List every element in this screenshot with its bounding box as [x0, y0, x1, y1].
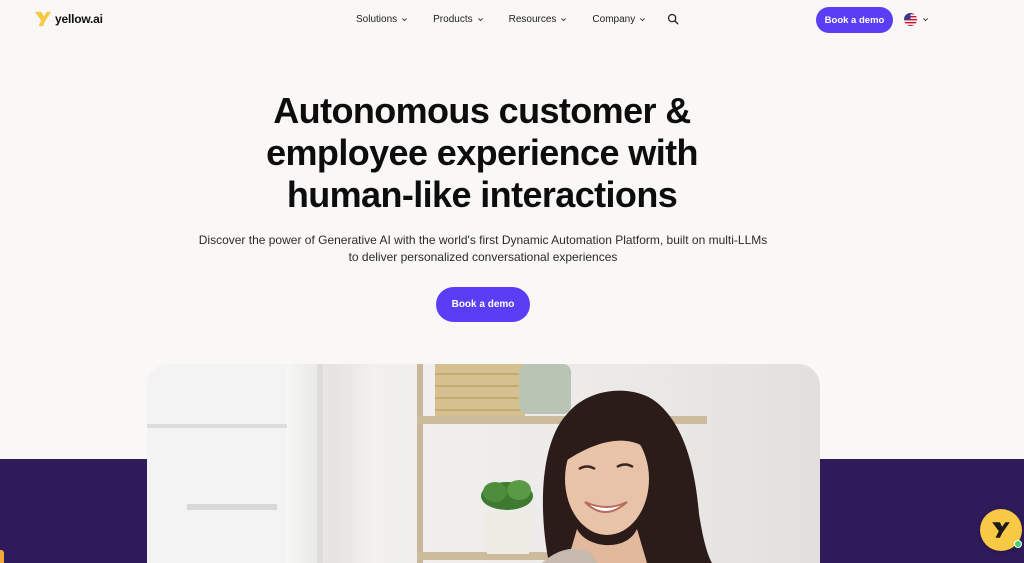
- woman-smiling-at-laptop-photo: [147, 364, 820, 563]
- side-tab[interactable]: [0, 550, 4, 563]
- language-selector[interactable]: [904, 13, 929, 26]
- hero-title-line: Autonomous customer &: [273, 90, 691, 131]
- chevron-down-icon: [640, 17, 646, 21]
- chevron-down-icon: [402, 17, 408, 21]
- nav-item-solutions[interactable]: Solutions: [356, 14, 408, 25]
- nav-item-label: Company: [592, 13, 636, 25]
- brand-name: yellow.ai: [55, 12, 103, 26]
- nav-item-label: Resources: [508, 13, 557, 25]
- hero-photo: [147, 364, 820, 563]
- main-menu: Solutions Products Resources Company: [356, 13, 679, 25]
- book-demo-hero-button[interactable]: Book a demo: [436, 287, 530, 322]
- brand-logo[interactable]: yellow.ai: [34, 10, 103, 28]
- yellow-ai-chat-icon: [992, 522, 1010, 538]
- nav-item-company[interactable]: Company: [592, 14, 646, 25]
- chevron-down-icon: [561, 17, 567, 21]
- nav-item-label: Products: [433, 13, 473, 25]
- book-demo-nav-button[interactable]: Book a demo: [816, 7, 893, 33]
- hero-subtitle: Discover the power of Generative AI with…: [198, 233, 768, 264]
- chevron-down-icon: [477, 17, 483, 21]
- hero-title: Autonomous customer & employee experienc…: [212, 90, 752, 216]
- nav-item-label: Solutions: [356, 13, 398, 25]
- nav-item-products[interactable]: Products: [433, 14, 483, 25]
- yellow-ai-logo-icon: [34, 11, 52, 27]
- nav-item-resources[interactable]: Resources: [509, 14, 568, 25]
- hero-title-line: human-like interactions: [286, 174, 678, 215]
- hero-title-line: employee experience with: [266, 132, 698, 173]
- chevron-down-icon: [923, 18, 928, 22]
- search-icon[interactable]: [667, 13, 679, 25]
- online-status-indicator: [1014, 540, 1022, 548]
- top-navbar: yellow.ai Solutions Products Resources C…: [0, 0, 1024, 40]
- us-flag-icon: [904, 13, 917, 26]
